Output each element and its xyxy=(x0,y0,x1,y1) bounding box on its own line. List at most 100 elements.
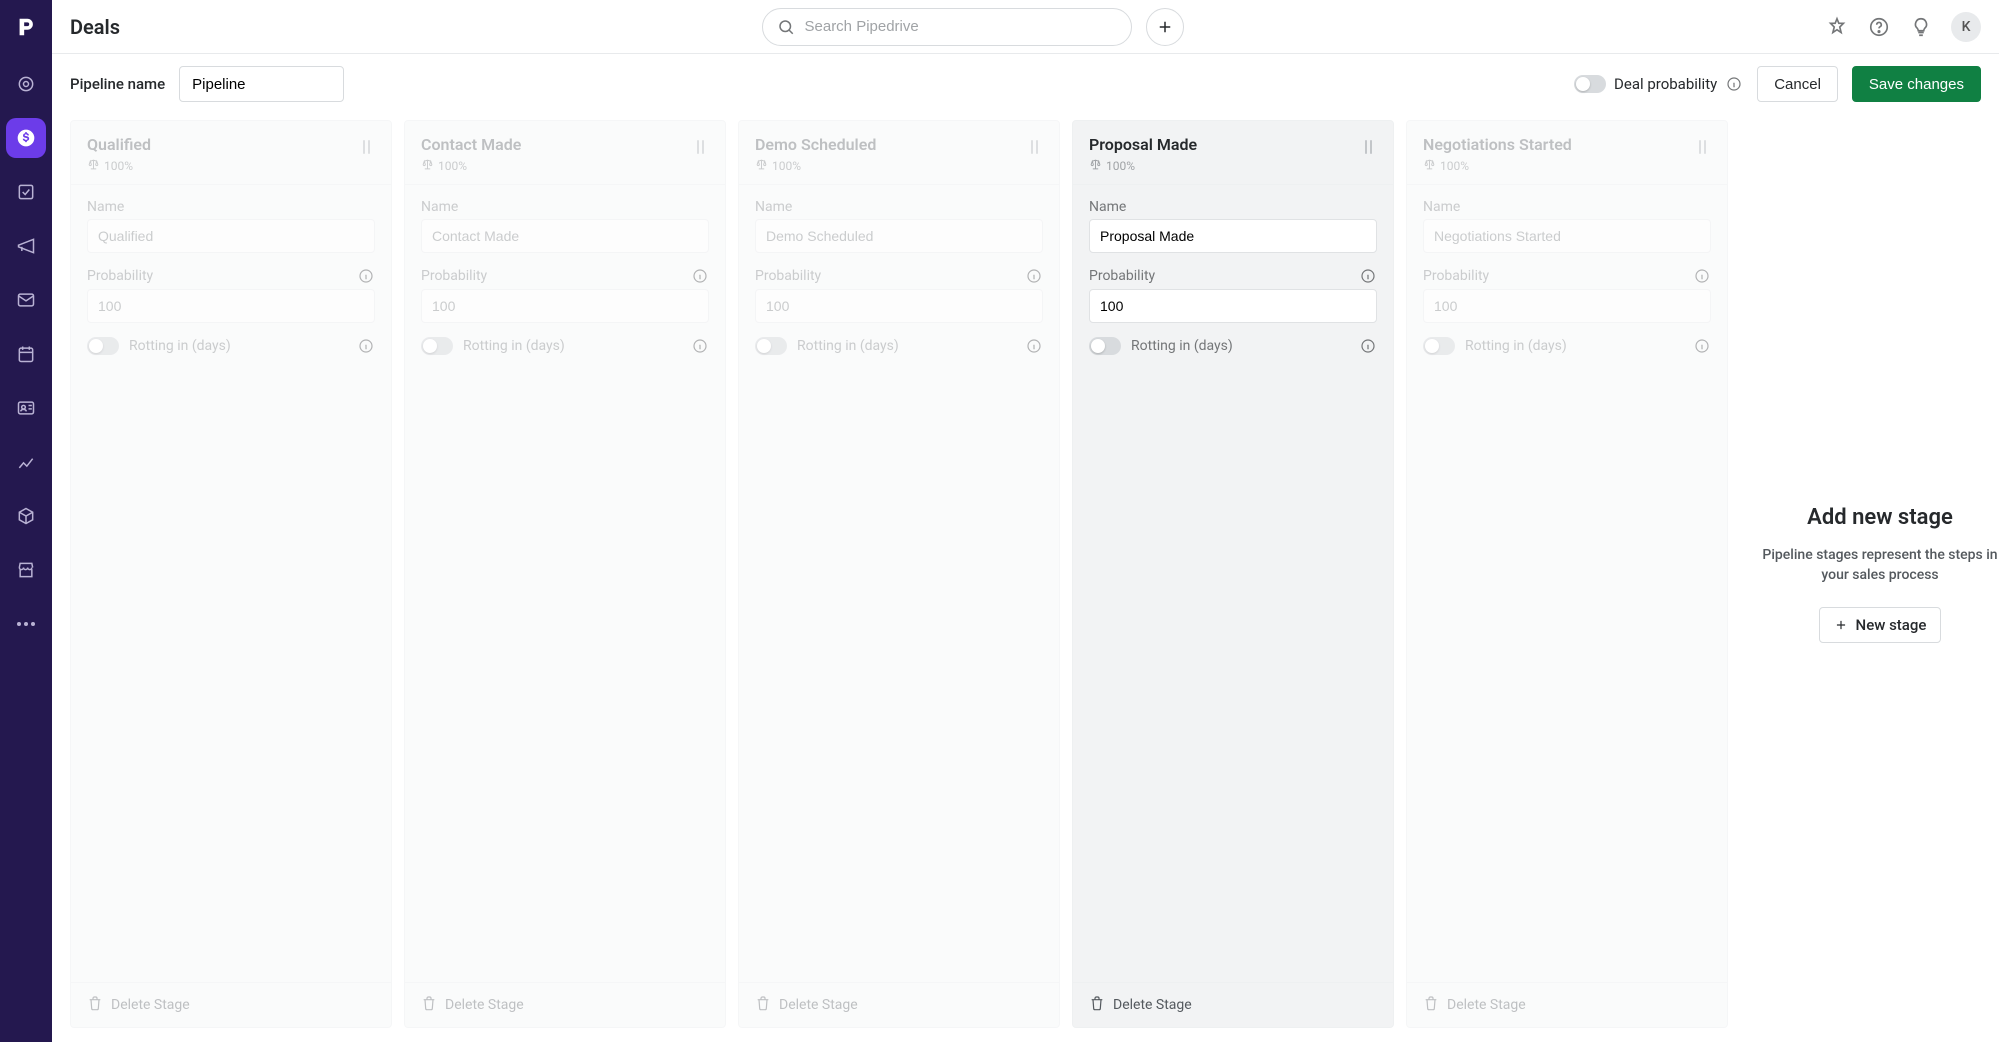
name-field-label: Name xyxy=(1423,199,1711,215)
delete-stage-button[interactable]: Delete Stage xyxy=(1073,982,1393,1027)
stage-title: Contact Made xyxy=(421,135,693,154)
stage-title: Qualified xyxy=(87,135,359,154)
stage-probability-percent: 100% xyxy=(772,159,801,173)
nav-contacts-icon[interactable] xyxy=(6,388,46,428)
rotting-label: Rotting in (days) xyxy=(1131,338,1233,354)
trash-icon xyxy=(87,995,103,1015)
probability-info-icon[interactable] xyxy=(691,267,709,285)
nav-activities-icon[interactable] xyxy=(6,334,46,374)
drag-handle-icon[interactable] xyxy=(1695,139,1711,159)
delete-stage-button[interactable]: Delete Stage xyxy=(739,982,1059,1027)
stage-probability-summary: 100% xyxy=(1089,158,1361,174)
deal-probability-info-icon[interactable] xyxy=(1725,75,1743,93)
stage-title: Negotiations Started xyxy=(1423,135,1695,154)
rotting-toggle[interactable] xyxy=(1089,337,1121,355)
drag-handle-icon[interactable] xyxy=(1027,139,1043,159)
user-avatar[interactable]: K xyxy=(1951,12,1981,42)
pipeline-name-input[interactable] xyxy=(179,66,344,102)
nav-mail-icon[interactable] xyxy=(6,280,46,320)
drag-handle-icon[interactable] xyxy=(1361,139,1377,159)
probability-field-label: Probability xyxy=(87,268,153,284)
add-stage-panel: Add new stage Pipeline stages represent … xyxy=(1740,120,1999,1028)
delete-stage-button[interactable]: Delete Stage xyxy=(405,982,725,1027)
rotting-label: Rotting in (days) xyxy=(129,338,231,354)
nav-campaigns-icon[interactable] xyxy=(6,226,46,266)
trash-icon xyxy=(1089,995,1105,1015)
stage-probability-input[interactable] xyxy=(87,289,375,323)
trash-icon xyxy=(755,995,771,1015)
probability-info-icon[interactable] xyxy=(357,267,375,285)
nav-marketplace-icon[interactable] xyxy=(6,550,46,590)
stage-column: Qualified 100% Name Probability Rotting … xyxy=(70,120,392,1028)
rotting-info-icon[interactable] xyxy=(357,337,375,355)
name-field-label: Name xyxy=(755,199,1043,215)
stage-probability-percent: 100% xyxy=(1106,159,1135,173)
nav-insights-icon[interactable] xyxy=(6,442,46,482)
stage-name-input[interactable] xyxy=(1423,219,1711,253)
probability-info-icon[interactable] xyxy=(1693,267,1711,285)
scale-icon xyxy=(1089,158,1102,174)
stage-probability-input[interactable] xyxy=(1089,289,1377,323)
add-stage-title: Add new stage xyxy=(1807,505,1953,530)
stage-column: Contact Made 100% Name Probability Rotti… xyxy=(404,120,726,1028)
stage-name-input[interactable] xyxy=(755,219,1043,253)
rotting-label: Rotting in (days) xyxy=(797,338,899,354)
scale-icon xyxy=(87,158,100,174)
rotting-toggle[interactable] xyxy=(421,337,453,355)
search-input[interactable] xyxy=(805,18,1117,35)
stage-name-input[interactable] xyxy=(87,219,375,253)
new-stage-button-label: New stage xyxy=(1856,616,1927,634)
deal-probability-toggle[interactable] xyxy=(1574,75,1606,93)
stage-probability-input[interactable] xyxy=(755,289,1043,323)
drag-handle-icon[interactable] xyxy=(359,139,375,159)
nav-projects-icon[interactable] xyxy=(6,172,46,212)
name-field-label: Name xyxy=(421,199,709,215)
rotting-toggle[interactable] xyxy=(87,337,119,355)
plus-icon xyxy=(1834,618,1848,632)
rotting-info-icon[interactable] xyxy=(691,337,709,355)
delete-stage-label: Delete Stage xyxy=(445,997,524,1013)
trash-icon xyxy=(421,995,437,1015)
help-icon[interactable] xyxy=(1867,15,1891,39)
stage-probability-input[interactable] xyxy=(1423,289,1711,323)
new-stage-button[interactable]: New stage xyxy=(1819,607,1942,643)
nav-leads-icon[interactable] xyxy=(6,64,46,104)
nav-deals-icon[interactable] xyxy=(6,118,46,158)
nav-more-icon[interactable] xyxy=(6,604,46,644)
probability-info-icon[interactable] xyxy=(1359,267,1377,285)
cancel-button[interactable]: Cancel xyxy=(1757,66,1838,102)
stage-probability-percent: 100% xyxy=(438,159,467,173)
stage-probability-summary: 100% xyxy=(1423,158,1695,174)
delete-stage-button[interactable]: Delete Stage xyxy=(71,982,391,1027)
save-button[interactable]: Save changes xyxy=(1852,66,1981,102)
delete-stage-button[interactable]: Delete Stage xyxy=(1407,982,1727,1027)
quick-actions-icon[interactable] xyxy=(1825,15,1849,39)
global-add-button[interactable] xyxy=(1146,8,1184,46)
rotting-label: Rotting in (days) xyxy=(1465,338,1567,354)
rotting-info-icon[interactable] xyxy=(1025,337,1043,355)
probability-info-icon[interactable] xyxy=(1025,267,1043,285)
probability-field-label: Probability xyxy=(1423,268,1489,284)
nav-products-icon[interactable] xyxy=(6,496,46,536)
stage-title: Proposal Made xyxy=(1089,135,1361,154)
stage-name-input[interactable] xyxy=(421,219,709,253)
rotting-info-icon[interactable] xyxy=(1693,337,1711,355)
pipedrive-logo[interactable] xyxy=(7,8,45,46)
rotting-toggle[interactable] xyxy=(755,337,787,355)
rotting-info-icon[interactable] xyxy=(1359,337,1377,355)
pipeline-board: Qualified 100% Name Probability Rotting … xyxy=(52,114,1999,1042)
name-field-label: Name xyxy=(1089,199,1377,215)
pipeline-name-label: Pipeline name xyxy=(70,75,165,93)
tips-icon[interactable] xyxy=(1909,15,1933,39)
page-title: Deals xyxy=(70,15,120,39)
pipeline-toolbar: Pipeline name Deal probability Cancel Sa… xyxy=(52,54,1999,114)
drag-handle-icon[interactable] xyxy=(693,139,709,159)
probability-field-label: Probability xyxy=(755,268,821,284)
delete-stage-label: Delete Stage xyxy=(1447,997,1526,1013)
stage-column: Negotiations Started 100% Name Probabili… xyxy=(1406,120,1728,1028)
stage-name-input[interactable] xyxy=(1089,219,1377,253)
scale-icon xyxy=(1423,158,1436,174)
search-box[interactable] xyxy=(762,8,1132,46)
rotting-toggle[interactable] xyxy=(1423,337,1455,355)
stage-probability-input[interactable] xyxy=(421,289,709,323)
